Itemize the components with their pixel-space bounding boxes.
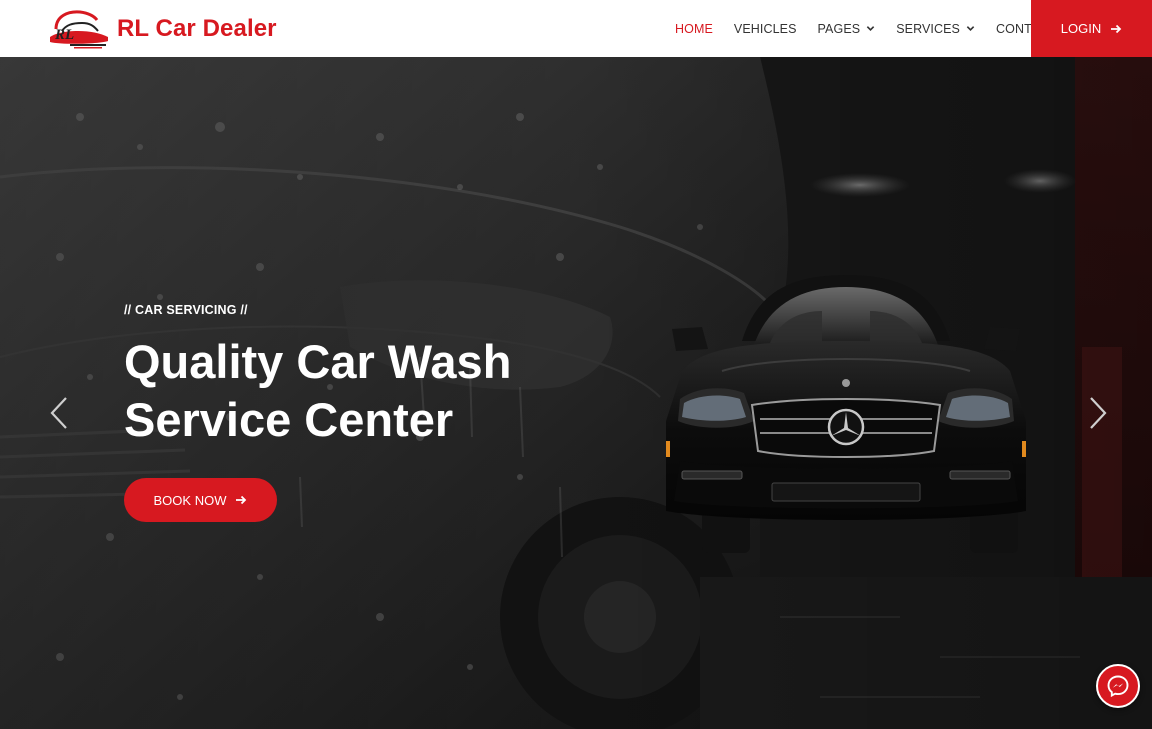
brand-link[interactable]: RL RL Car Dealer — [42, 7, 277, 51]
chevron-down-icon — [866, 26, 875, 31]
arrow-right-icon — [236, 495, 247, 505]
hero-eyebrow: // CAR SERVICING // — [124, 303, 248, 317]
nav-item-vehicles[interactable]: VEHICLES — [734, 22, 797, 36]
main-nav: HOME VEHICLES PAGES SERVICES CONTACT — [675, 0, 1077, 57]
nav-item-label: HOME — [675, 21, 713, 36]
nav-item-services[interactable]: SERVICES — [896, 22, 975, 36]
login-label: LOGIN — [1060, 21, 1102, 36]
nav-item-home[interactable]: HOME — [675, 22, 713, 36]
book-now-button[interactable]: BOOK NOW — [124, 478, 277, 522]
hero-slider: // CAR SERVICING // Quality Car Wash Ser… — [0, 57, 1152, 729]
messenger-chat-button[interactable] — [1096, 664, 1140, 708]
black-sedan-image — [666, 275, 1026, 553]
chevron-down-icon — [966, 26, 975, 31]
chevron-right-icon[interactable] — [1087, 395, 1109, 431]
messenger-icon — [1107, 675, 1129, 698]
hero-title-line-2: Service Center — [124, 393, 454, 446]
hero-title-line-1: Quality Car Wash — [124, 335, 512, 388]
book-now-label: BOOK NOW — [153, 492, 227, 508]
nav-item-label: PAGES — [817, 21, 861, 36]
nav-item-label: SERVICES — [896, 21, 960, 36]
svg-text:RL: RL — [54, 27, 74, 43]
rl-car-logo-icon: RL — [50, 9, 108, 48]
hero-title: Quality Car Wash Service Center — [124, 333, 604, 449]
site-header: RL RL Car Dealer HOME VEHICLES PAGES SER… — [0, 0, 1152, 57]
arrow-right-icon — [1111, 24, 1122, 33]
login-button[interactable]: LOGIN — [1031, 0, 1152, 57]
brand-name: RL Car Dealer — [117, 14, 277, 42]
nav-item-label: VEHICLES — [733, 21, 797, 36]
nav-item-pages[interactable]: PAGES — [818, 22, 876, 36]
chevron-left-icon[interactable] — [48, 395, 70, 431]
